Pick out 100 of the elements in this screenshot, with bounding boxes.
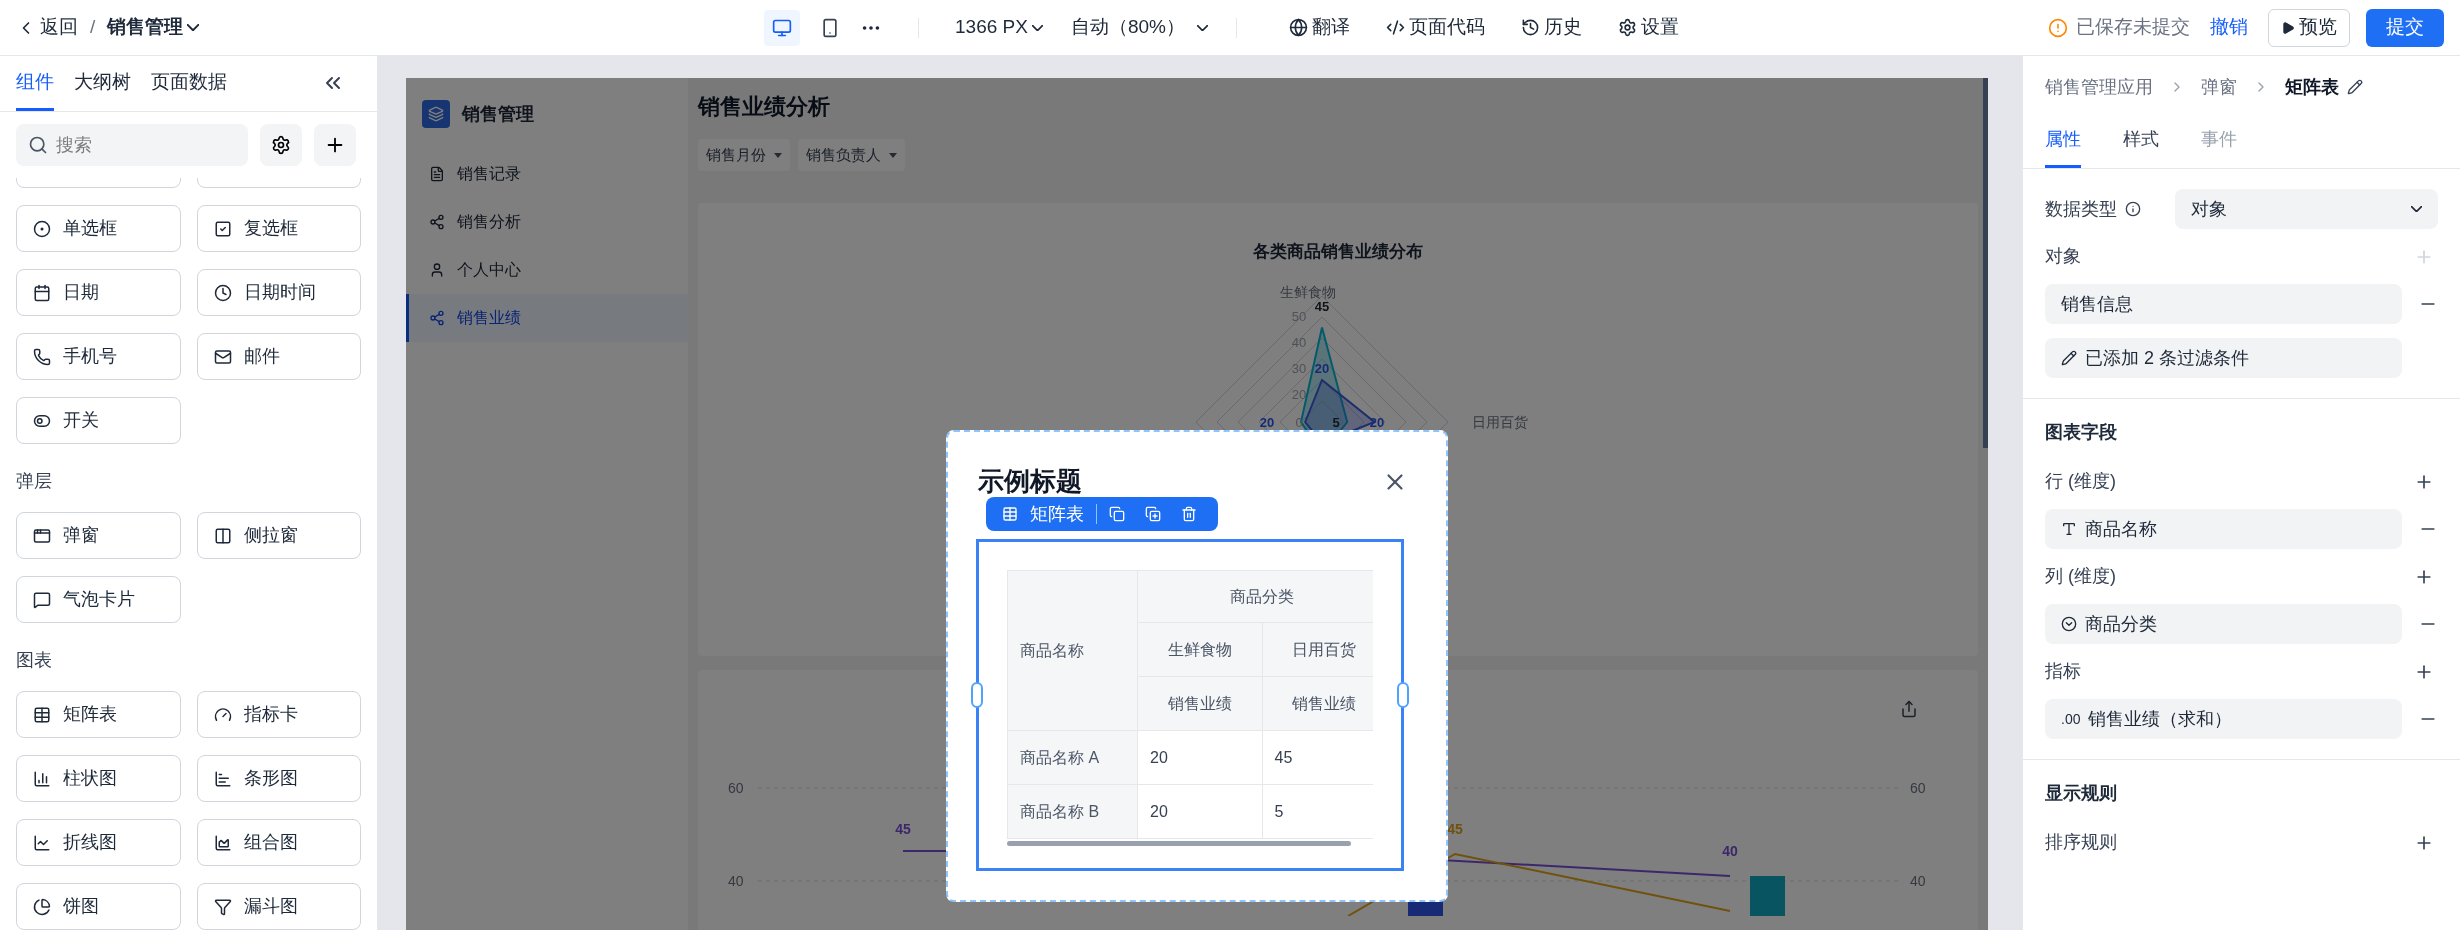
breadcrumb-item[interactable]: 弹窗	[2201, 73, 2237, 101]
toolbar-label: 矩阵表	[1030, 502, 1084, 526]
field-chip[interactable]: 商品名称	[2045, 509, 2402, 549]
component-button[interactable]: 日期	[16, 269, 181, 316]
globe-icon	[1288, 18, 1308, 37]
component-button[interactable]: 指标卡	[196, 691, 361, 738]
component-button[interactable]: 复选框	[196, 205, 361, 252]
submit-button[interactable]: 提交	[2366, 8, 2444, 47]
calendar-icon	[33, 283, 51, 302]
field-label: 数据类型	[2045, 195, 2175, 223]
caret-icon	[774, 152, 782, 158]
delete-icon[interactable]	[1181, 506, 1197, 522]
filter-dropdown[interactable]: 销售月份	[698, 139, 790, 171]
object-value[interactable]: 销售信息	[2045, 284, 2402, 324]
mail-icon	[213, 347, 232, 366]
component-button[interactable]: 饼图	[16, 883, 181, 930]
export-icon[interactable]	[1900, 700, 1918, 718]
component-button[interactable]: 条形图	[196, 755, 361, 802]
value-label: 5	[1332, 414, 1340, 430]
chevron-down-icon	[1196, 24, 1208, 31]
share-nodes-icon	[429, 310, 445, 326]
group-title: 弹层	[16, 470, 53, 493]
device-toggle[interactable]	[764, 9, 800, 46]
filter-dropdown[interactable]: 销售负责人	[798, 139, 905, 171]
component-button[interactable]: 邮件	[196, 333, 361, 380]
component-button[interactable]: 矩阵表	[16, 691, 181, 738]
document-icon	[429, 166, 445, 182]
text-type-icon	[2061, 521, 2077, 537]
search-field[interactable]: 搜索	[16, 124, 248, 167]
info-icon[interactable]	[2125, 201, 2141, 217]
caret-icon	[889, 152, 897, 158]
panel-tab[interactable]: 页面数据	[151, 67, 227, 112]
line-chart-icon	[33, 833, 51, 852]
phone-icon	[33, 347, 51, 366]
add-button[interactable]	[314, 124, 356, 167]
columns-icon	[213, 526, 232, 545]
breadcrumb-item[interactable]: 销售管理应用	[2045, 73, 2153, 101]
chart-title: 各类商品销售业绩分布	[1252, 241, 1424, 263]
monitor-icon	[772, 17, 792, 38]
toolbar-action[interactable]: 设置	[1617, 13, 1679, 42]
component-button[interactable]: 漏斗图	[196, 883, 361, 930]
toolbar-action[interactable]: 翻译	[1288, 13, 1350, 42]
panel-tab[interactable]: 属性	[2045, 118, 2081, 168]
panel-tab[interactable]: 组件	[16, 67, 54, 112]
section-title: 显示规则	[2045, 782, 2118, 805]
resize-handle[interactable]	[1397, 682, 1409, 708]
toolbar-action[interactable]: 页面代码	[1385, 13, 1485, 42]
window-icon	[33, 526, 51, 545]
save-status: 已保存未提交	[2076, 15, 2190, 40]
component-button[interactable]: 柱状图	[16, 755, 181, 802]
edit-icon	[2061, 350, 2077, 366]
component-button[interactable]: 组合图	[196, 819, 361, 866]
nav-item[interactable]: 个人中心	[406, 246, 688, 294]
value-label: 20	[1314, 360, 1330, 376]
component-button[interactable]: 手机号	[16, 333, 181, 380]
nav-item[interactable]: 销售记录	[406, 150, 688, 198]
panel-tab[interactable]: 大纲树	[74, 67, 131, 112]
nav-item[interactable]: 销售分析	[406, 198, 688, 246]
component-button[interactable]: 弹窗	[16, 512, 181, 559]
chevron-down-icon	[187, 24, 200, 31]
filter-condition[interactable]: 已添加 2 条过滤条件	[2045, 338, 2402, 378]
toolbar-action[interactable]: 历史	[1520, 13, 1582, 42]
copy-icon[interactable]	[1109, 506, 1125, 522]
back-button[interactable]: 返回	[16, 13, 78, 42]
table-cell: 20	[1137, 784, 1262, 839]
resize-handle[interactable]	[971, 682, 983, 708]
field-name: 销售业绩（求和）	[2088, 707, 2233, 731]
table-icon	[33, 705, 51, 724]
row-header-cell: 商品名称 B	[1007, 784, 1138, 839]
axis-label: 生鲜食物	[1280, 283, 1336, 300]
zoom-dropdown[interactable]: 自动（80%）	[1070, 13, 1208, 42]
point-label: 45	[895, 821, 911, 837]
table-cell: 20	[1137, 730, 1262, 785]
phone-icon	[820, 17, 840, 38]
code-icon	[1385, 18, 1405, 37]
tick-label: 60	[1910, 780, 1926, 796]
section-title: 图表字段	[2045, 421, 2118, 444]
width-dropdown[interactable]: 1366 PX	[955, 13, 1043, 42]
scrollbar-thumb[interactable]	[1983, 78, 1988, 448]
panel-tab[interactable]: 样式	[2123, 118, 2159, 168]
radio-icon	[33, 219, 51, 238]
component-button[interactable]: 日期时间	[196, 269, 361, 316]
component-button[interactable]: 侧拉窗	[196, 512, 361, 559]
component-button[interactable]: 开关	[16, 397, 181, 444]
component-button[interactable]: 折线图	[16, 819, 181, 866]
field-chip[interactable]: .00 销售业绩（求和）	[2045, 699, 2402, 739]
tick-label: 60	[728, 780, 744, 796]
scrollbar-thumb[interactable]	[1007, 841, 1351, 846]
number-prefix: .00	[2061, 709, 2081, 729]
app-name-dropdown[interactable]: 销售管理	[107, 13, 200, 42]
settings-icon	[1617, 18, 1637, 37]
duplicate-icon[interactable]	[1145, 506, 1161, 522]
component-button[interactable]: 气泡卡片	[16, 576, 181, 623]
component-button[interactable]: 单选框	[16, 205, 181, 252]
preview-button[interactable]: 预览	[2268, 8, 2350, 47]
data-type-select[interactable]: 对象	[2175, 189, 2438, 229]
edit-icon[interactable]	[2347, 79, 2363, 95]
undo-link[interactable]: 撤销	[2210, 13, 2248, 42]
field-chip[interactable]: 商品分类	[2045, 604, 2402, 644]
settings-button[interactable]	[260, 124, 302, 167]
